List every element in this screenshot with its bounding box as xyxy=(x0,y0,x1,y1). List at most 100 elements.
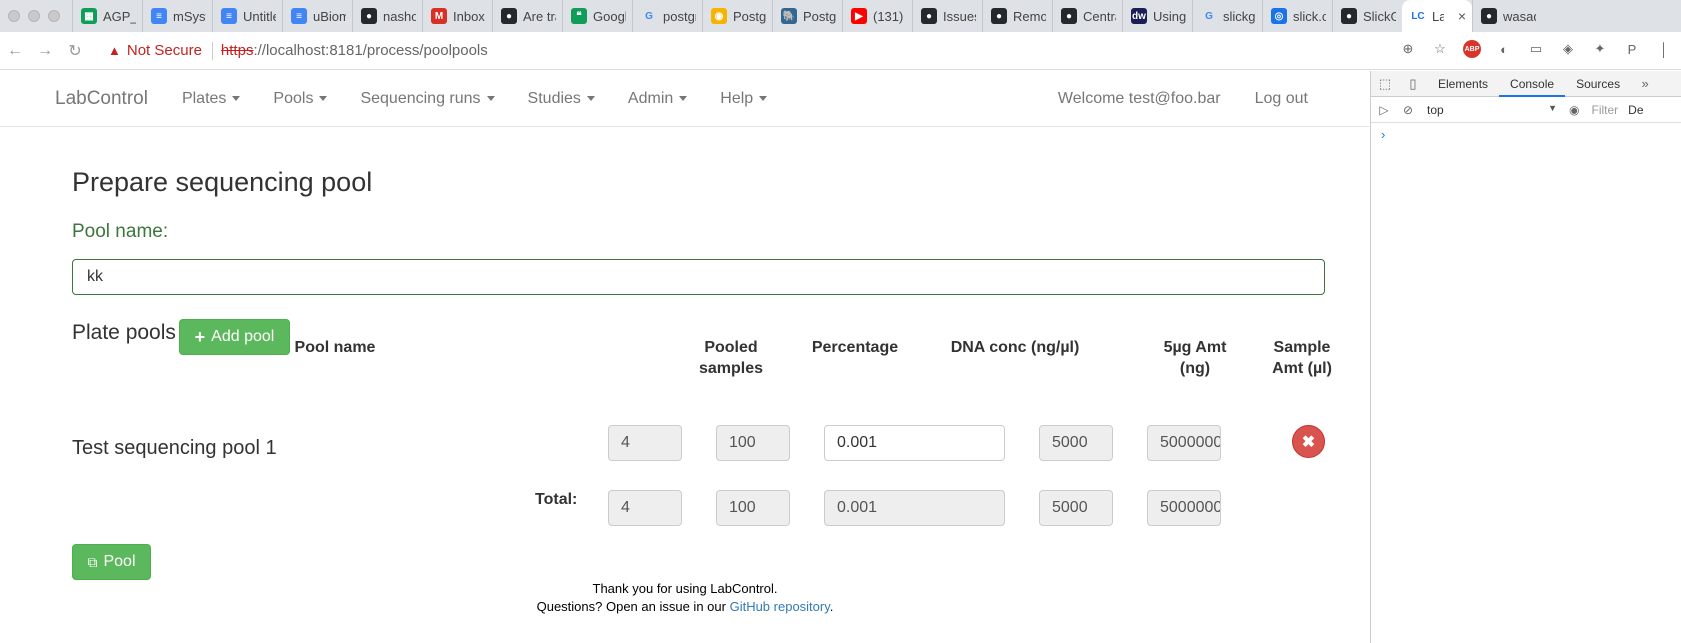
browser-tab-label: Using xyxy=(1153,8,1186,24)
clear-console-icon[interactable]: ⊘ xyxy=(1397,103,1419,117)
pool-button[interactable]: ⧉ Pool xyxy=(72,544,151,580)
browser-tab-label: SlickG xyxy=(1363,8,1396,24)
browser-tab[interactable]: Gpostgr xyxy=(632,0,702,32)
browser-tab[interactable]: ● Remov xyxy=(982,0,1052,32)
browser-tab-label: mSyst xyxy=(173,8,206,24)
console-prompt[interactable]: › xyxy=(1371,123,1681,146)
devtools-tabs: ⬚ ▯ Elements Console Sources » xyxy=(1371,71,1681,97)
reload-icon[interactable]: ↻ xyxy=(60,41,90,61)
extension-icon[interactable]: ▭ xyxy=(1527,40,1545,58)
nav-plates[interactable]: Plates xyxy=(182,90,241,108)
browser-tab[interactable]: ▦ AGP_b xyxy=(72,0,142,32)
devtools-tab-console[interactable]: Console xyxy=(1499,71,1566,97)
window-controls xyxy=(0,10,72,22)
docs-icon: ≡ xyxy=(151,8,167,24)
browser-tab[interactable]: M Inbox xyxy=(422,0,492,32)
back-icon[interactable]: ← xyxy=(0,42,30,60)
total-label: Total: xyxy=(535,491,578,508)
devtools-panel: ⬚ ▯ Elements Console Sources » ▷ ⊘ top ▼… xyxy=(1370,71,1681,643)
nav-admin[interactable]: Admin xyxy=(628,90,688,108)
browser-tab-label: slick.c xyxy=(1293,8,1326,24)
browser-tab[interactable]: ● wasad xyxy=(1472,0,1542,32)
browser-tab[interactable]: ● Are tra xyxy=(492,0,562,32)
close-window-icon[interactable] xyxy=(8,10,20,22)
browser-tab-label: (131) U xyxy=(873,8,906,24)
close-icon: ✖ xyxy=(1301,433,1316,451)
bookmark-star-icon[interactable]: ☆ xyxy=(1431,40,1449,58)
github-icon: ● xyxy=(361,8,377,24)
header-percentage: Percentage xyxy=(811,339,899,356)
forward-icon[interactable]: → xyxy=(30,42,60,60)
sidebar-toggle-icon[interactable]: ▷ xyxy=(1371,103,1397,117)
default-levels[interactable]: De xyxy=(1628,103,1643,117)
more-tabs-icon[interactable]: » xyxy=(1631,76,1659,91)
browser-tab-strip: ▦ AGP_b ≡ mSyst ≡ Untitle ≡ uBiom ● nashor M Inbox ●… xyxy=(0,0,1681,32)
extension-icon[interactable]: ◐ xyxy=(1495,40,1513,58)
pool-name-label: Pool name: xyxy=(72,221,169,242)
header-pool-name: Pool name xyxy=(294,339,376,356)
percentage-field: 100 xyxy=(716,425,790,461)
url-scheme: https xyxy=(220,42,254,59)
minimize-window-icon[interactable] xyxy=(28,10,40,22)
caret-down-icon xyxy=(586,95,595,101)
browser-tab[interactable]: LC Lal × xyxy=(1402,0,1472,32)
context-selector[interactable]: top ▼ xyxy=(1427,103,1557,117)
browser-tab[interactable]: 🐘 Postgr xyxy=(772,0,842,32)
browser-tab[interactable]: ◉ Postgr xyxy=(702,0,772,32)
nav-studies-label: Studies xyxy=(527,89,581,107)
inspect-element-icon[interactable]: ⬚ xyxy=(1371,76,1399,92)
dw-icon: dw xyxy=(1131,8,1147,24)
browser-tab[interactable]: ● SlickG xyxy=(1332,0,1402,32)
extension-icon[interactable]: ✦ xyxy=(1591,40,1609,58)
extension-icon[interactable]: │ xyxy=(1655,40,1673,58)
github-repository-link[interactable]: GitHub repository xyxy=(730,599,830,614)
brand-link[interactable]: LabControl xyxy=(55,88,148,110)
google-icon: G xyxy=(1205,10,1213,22)
browser-tab[interactable]: ≡ Untitle xyxy=(212,0,282,32)
logout-link[interactable]: Log out xyxy=(1255,90,1308,108)
zoom-icon[interactable]: ⊕ xyxy=(1399,40,1417,58)
browser-tab[interactable]: ❝ Googl xyxy=(562,0,632,32)
browser-tab[interactable]: ● nashor xyxy=(352,0,422,32)
caret-down-icon xyxy=(679,95,688,101)
devtools-tab-sources[interactable]: Sources xyxy=(1565,71,1631,97)
filter-input[interactable]: Filter xyxy=(1591,103,1618,117)
browser-tab[interactable]: ≡ mSyst xyxy=(142,0,212,32)
docs-icon: ≡ xyxy=(221,8,237,24)
total-percentage: 100 xyxy=(716,490,790,526)
browser-tab[interactable]: ● Issues xyxy=(912,0,982,32)
dropdown-arrow-icon: ▼ xyxy=(1548,102,1557,113)
browser-tab[interactable]: Gslickgr xyxy=(1192,0,1262,32)
device-toolbar-icon[interactable]: ▯ xyxy=(1399,76,1427,92)
github-icon: ● xyxy=(1341,8,1357,24)
nav-studies[interactable]: Studies xyxy=(528,90,595,108)
browser-tab[interactable]: ≡ uBiom xyxy=(282,0,352,32)
close-tab-icon[interactable]: × xyxy=(1458,8,1466,24)
browser-tab[interactable]: ◎ slick.c xyxy=(1262,0,1332,32)
pool-name-input[interactable]: kk xyxy=(72,259,1325,295)
browser-tab[interactable]: ● Centra xyxy=(1052,0,1122,32)
devtools-tab-elements[interactable]: Elements xyxy=(1427,71,1499,97)
nav-sequencing-runs[interactable]: Sequencing runs xyxy=(360,89,495,108)
nav-pools[interactable]: Pools xyxy=(273,90,328,108)
welcome-text: Welcome test@foo.bar xyxy=(1057,90,1221,107)
labcontrol-icon: LC xyxy=(1411,10,1425,22)
total-dna-conc: 0.001 xyxy=(824,490,1005,526)
paypal-icon[interactable]: P xyxy=(1623,40,1641,58)
eye-icon[interactable]: ◉ xyxy=(1569,103,1579,117)
extension-icon[interactable]: ◈ xyxy=(1559,40,1577,58)
browser-tab[interactable]: ▶ (131) U xyxy=(842,0,912,32)
remove-pool-button[interactable]: ✖ xyxy=(1292,425,1325,458)
adblock-icon[interactable]: ABP xyxy=(1463,40,1481,58)
browser-tab-label: wasad xyxy=(1503,8,1536,24)
browser-tab-label: Lal xyxy=(1432,8,1444,24)
maximize-window-icon[interactable] xyxy=(48,10,60,22)
slick-icon: ◎ xyxy=(1271,8,1287,24)
browser-tab-label: Remov xyxy=(1013,8,1046,24)
browser-tab[interactable]: dw Using xyxy=(1122,0,1192,32)
address-bar[interactable]: ▲ Not Secure https ://localhost:8181/pro… xyxy=(108,41,488,60)
dna-conc-input[interactable]: 0.001 xyxy=(824,425,1005,461)
nav-help[interactable]: Help xyxy=(720,90,768,108)
header-dna-conc: DNA conc (ng/µl) xyxy=(950,339,1080,356)
nav-sequencing-runs-label: Sequencing runs xyxy=(360,89,481,107)
